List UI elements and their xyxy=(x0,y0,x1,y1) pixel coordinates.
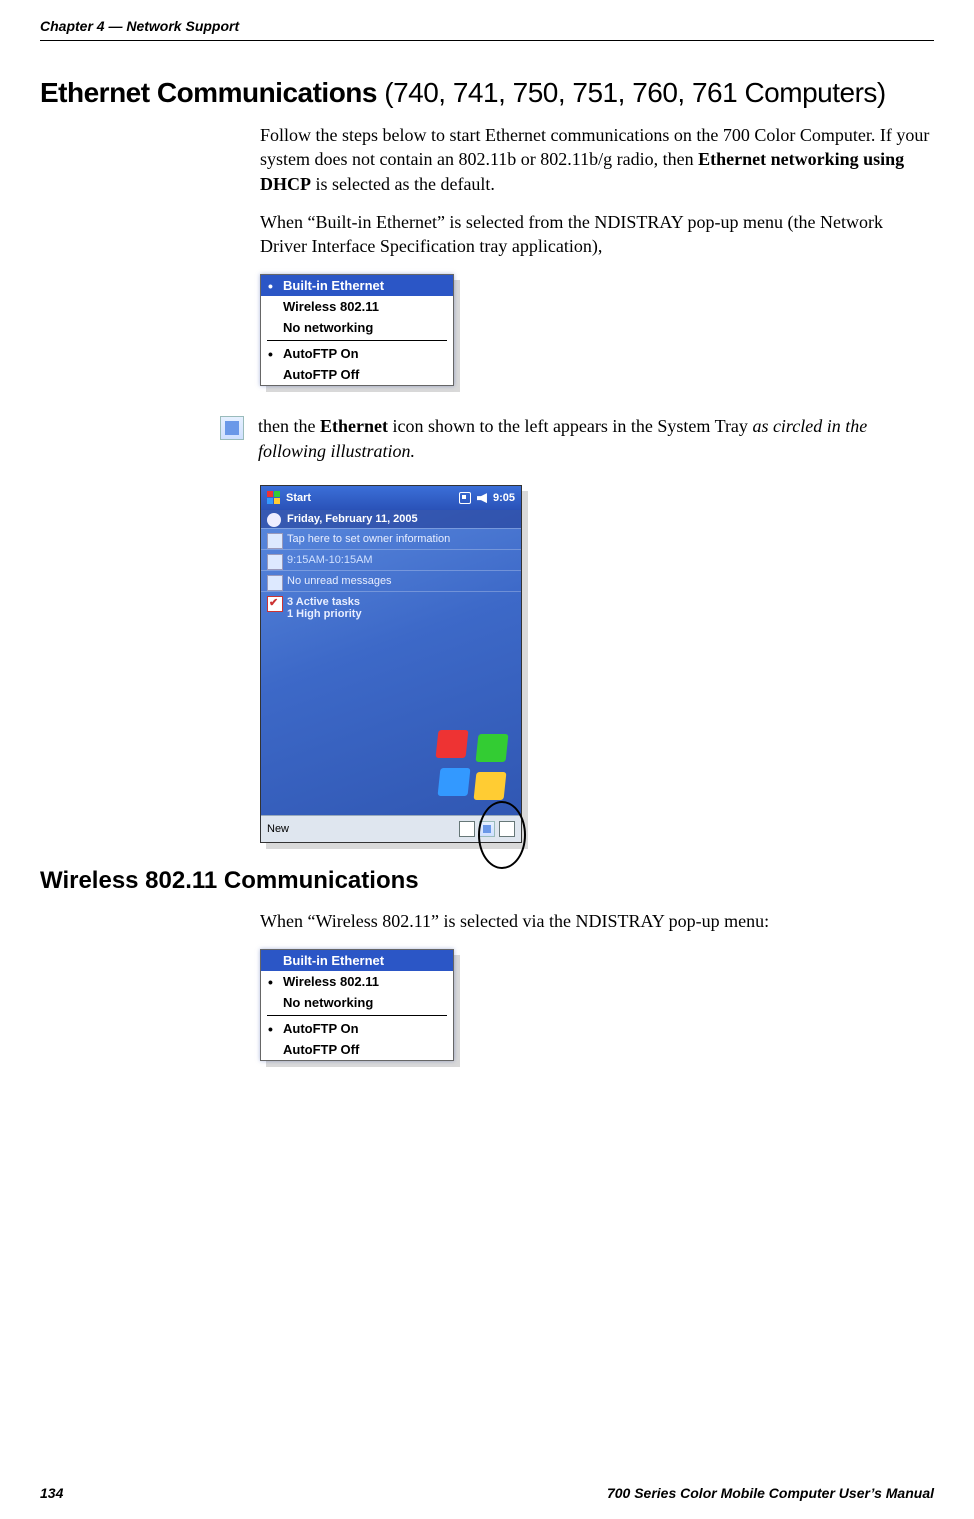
pocketpc-today-screen: Start 9:05 Friday, February 11, 2005 Tap… xyxy=(260,485,522,843)
manual-title: 700 Series Color Mobile Computer User’s … xyxy=(607,1485,934,1501)
clock-time[interactable]: 9:05 xyxy=(493,492,515,504)
paragraph-builtin: When “Built-in Ethernet” is selected fro… xyxy=(260,210,934,259)
section-heading-wireless: Wireless 802.11 Communications xyxy=(0,843,974,895)
menu-item-autoftp-on[interactable]: AutoFTP On xyxy=(261,343,453,364)
menu2-item-no-networking[interactable]: No networking xyxy=(261,992,453,1013)
mail-icon xyxy=(267,575,283,591)
today-date[interactable]: Friday, February 11, 2005 xyxy=(261,510,521,528)
owner-info-row[interactable]: Tap here to set owner information xyxy=(261,528,521,549)
icon-caption: then the Ethernet icon shown to the left… xyxy=(258,414,934,463)
page-number: 134 xyxy=(40,1485,63,1501)
icon-text-a: then the xyxy=(258,416,320,436)
menu-item-autoftp-off[interactable]: AutoFTP Off xyxy=(261,364,453,385)
system-tray xyxy=(459,821,515,837)
ppc-taskbar: Start 9:05 xyxy=(261,486,521,510)
ethernet-icon xyxy=(220,416,244,440)
messages-row[interactable]: No unread messages xyxy=(261,570,521,591)
heading-rest: (740, 741, 750, 751, 760, 761 Computers) xyxy=(377,77,886,108)
menu-item-no-networking[interactable]: No networking xyxy=(261,317,453,338)
menu-item-wireless[interactable]: Wireless 802.11 xyxy=(261,296,453,317)
windows-logo-icon xyxy=(437,730,507,800)
new-button[interactable]: New xyxy=(267,823,289,835)
menu2-item-wireless[interactable]: Wireless 802.11 xyxy=(261,971,453,992)
menu2-item-autoftp-on[interactable]: AutoFTP On xyxy=(261,1018,453,1039)
paragraph-intro: Follow the steps below to start Ethernet… xyxy=(260,123,934,196)
running-header-left: Chapter 4 — Network Support xyxy=(40,18,239,34)
speaker-icon[interactable] xyxy=(477,493,487,503)
tasks-row[interactable]: 3 Active tasks 1 High priority xyxy=(261,591,521,624)
tasks-line2: 1 High priority xyxy=(287,608,362,620)
owner-icon xyxy=(267,533,283,549)
menu2-item-builtin-ethernet[interactable]: Built-in Ethernet xyxy=(261,950,453,971)
tray-misc-icon[interactable] xyxy=(499,821,515,837)
heading-bold: Ethernet Communications xyxy=(40,77,377,108)
icon-text-c: icon shown to the left appears in the Sy… xyxy=(388,416,752,436)
start-button[interactable]: Start xyxy=(267,491,311,505)
calendar-row[interactable]: 9:15AM-10:15AM xyxy=(261,549,521,570)
icon-text-b: Ethernet xyxy=(320,416,388,436)
windows-flag-icon xyxy=(267,491,281,505)
p1c: is selected as the default. xyxy=(311,174,495,194)
ndistray-menu-wireless: Built-in Ethernet Wireless 802.11 No net… xyxy=(260,949,454,1061)
menu-separator xyxy=(267,340,447,341)
connectivity-icon[interactable] xyxy=(459,492,471,504)
calendar-icon xyxy=(267,554,283,570)
menu2-separator xyxy=(267,1015,447,1016)
menu2-item-autoftp-off[interactable]: AutoFTP Off xyxy=(261,1039,453,1060)
tasks-icon xyxy=(267,596,283,612)
ndistray-menu-builtin: Built-in Ethernet Wireless 802.11 No net… xyxy=(260,274,454,386)
tasks-line1: 3 Active tasks xyxy=(287,596,360,608)
header-rule xyxy=(40,40,934,41)
menu-item-builtin-ethernet[interactable]: Built-in Ethernet xyxy=(261,275,453,296)
tray-ethernet-icon[interactable] xyxy=(479,821,495,837)
start-label: Start xyxy=(286,492,311,504)
paragraph-wireless: When “Wireless 802.11” is selected via t… xyxy=(260,909,934,933)
section-heading-ethernet: Ethernet Communications (740, 741, 750, … xyxy=(0,65,974,109)
tray-network-icon[interactable] xyxy=(459,821,475,837)
